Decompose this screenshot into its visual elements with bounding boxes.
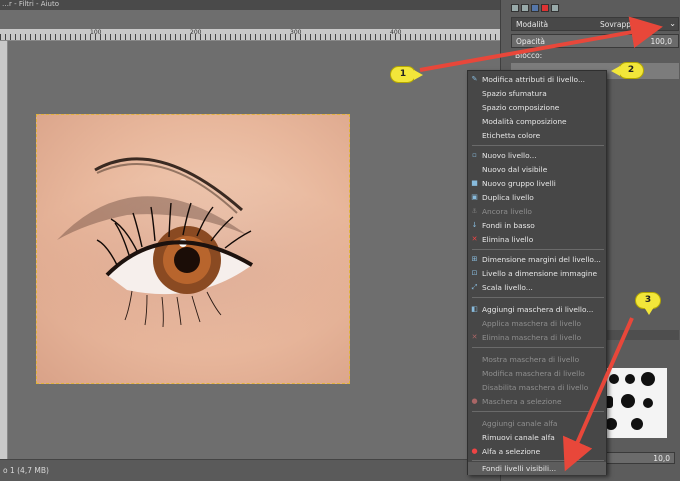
brush-swatch[interactable] bbox=[643, 398, 653, 408]
selection-icon: ● bbox=[471, 397, 478, 405]
opacity-value: 100,0 bbox=[650, 37, 672, 46]
tab-icon[interactable] bbox=[551, 4, 559, 12]
brush-size-value: 10,0 bbox=[653, 454, 670, 463]
eye-photo[interactable] bbox=[36, 114, 350, 384]
resize-icon: ⊞ bbox=[471, 255, 478, 263]
menu-item-new-from-visible[interactable]: Nuovo dal visibile bbox=[468, 163, 606, 176]
opacity-field[interactable]: Opacità 100,0 bbox=[511, 34, 679, 48]
fit-icon: ⊡ bbox=[471, 269, 478, 277]
menu-separator bbox=[472, 249, 604, 250]
menu-item-delete-mask[interactable]: ✕ Elimina maschera di livello bbox=[468, 331, 606, 344]
brush-swatch[interactable] bbox=[641, 372, 655, 386]
delete-icon: ✕ bbox=[471, 333, 478, 341]
mask-icon: ◧ bbox=[471, 305, 478, 313]
brush-swatch[interactable] bbox=[609, 374, 619, 384]
folder-icon: ■ bbox=[471, 179, 478, 187]
eye-illustration bbox=[57, 157, 254, 328]
anchor-icon: ⚓ bbox=[471, 207, 478, 215]
menu-bar: …r - Filtri - Aiuto bbox=[0, 0, 500, 10]
status-bar: o 1 (4,7 MB) bbox=[0, 459, 500, 481]
lock-row: Blocco: bbox=[511, 50, 679, 62]
brush-swatch[interactable] bbox=[625, 374, 635, 384]
menu-item-composite-mode[interactable]: Modalità composizione bbox=[468, 115, 606, 128]
lock-label: Blocco: bbox=[515, 51, 543, 60]
new-layer-icon: ▫ bbox=[472, 151, 477, 159]
callout-1: 1 bbox=[390, 66, 423, 83]
menu-item-composite-space[interactable]: Spazio composizione bbox=[468, 101, 606, 114]
vertical-ruler bbox=[0, 41, 8, 459]
callout-3: 3 bbox=[635, 292, 661, 315]
menu-item-add-alpha[interactable]: Aggiungi canale alfa bbox=[468, 417, 606, 430]
tab-icon[interactable] bbox=[541, 4, 549, 12]
alpha-icon: ● bbox=[471, 447, 478, 455]
menu-bar-text: …r - Filtri - Aiuto bbox=[2, 0, 60, 8]
merge-down-icon: ↓ bbox=[471, 221, 478, 229]
tab-icon[interactable] bbox=[511, 4, 519, 12]
status-text: o 1 (4,7 MB) bbox=[3, 466, 49, 475]
mode-select[interactable]: Modalità Sovrapposto ⌄ bbox=[511, 17, 679, 31]
menu-item-remove-alpha[interactable]: Rimuovi canale alfa bbox=[468, 431, 606, 444]
menu-item-add-mask[interactable]: ◧ Aggiungi maschera di livello... bbox=[468, 303, 606, 316]
menu-item-color-tag[interactable]: Etichetta colore bbox=[468, 129, 606, 142]
horizontal-ruler: 100 200 300 400 bbox=[0, 29, 500, 41]
menu-separator bbox=[472, 460, 604, 461]
menu-item-blend-space[interactable]: Spazio sfumatura bbox=[468, 87, 606, 100]
tab-icon[interactable] bbox=[531, 4, 539, 12]
menu-item-merge-visible[interactable]: Fondi livelli visibili... bbox=[468, 462, 606, 475]
scale-icon: ⤢ bbox=[471, 283, 478, 291]
image-canvas[interactable] bbox=[8, 41, 500, 459]
menu-item-merge-down[interactable]: ↓ Fondi in basso bbox=[468, 219, 606, 232]
menu-item-scale-layer[interactable]: ⤢ Scala livello... bbox=[468, 281, 606, 294]
menu-item-duplicate[interactable]: ▣ Duplica livello bbox=[468, 191, 606, 204]
ruler-ticks bbox=[0, 34, 500, 40]
menu-separator bbox=[472, 297, 604, 298]
callout-2: 2 bbox=[611, 62, 644, 79]
duplicate-icon: ▣ bbox=[471, 193, 478, 201]
menu-item-disable-mask[interactable]: Disabilita maschera di livello bbox=[468, 381, 606, 394]
menu-item-new-group[interactable]: ■ Nuovo gruppo livelli bbox=[468, 177, 606, 190]
menu-item-layer-to-image-size[interactable]: ⊡ Livello a dimensione immagine bbox=[468, 267, 606, 280]
mode-label: Modalità bbox=[516, 20, 549, 29]
layer-context-menu: ✎ Modifica attributi di livello... Spazio… bbox=[467, 70, 607, 475]
menu-separator bbox=[472, 145, 604, 146]
menu-item-delete-layer[interactable]: ✕ Elimina livello bbox=[468, 233, 606, 246]
edit-icon: ✎ bbox=[471, 75, 478, 83]
menu-separator bbox=[472, 347, 604, 348]
mode-value: Sovrapposto bbox=[600, 20, 648, 29]
opacity-label: Opacità bbox=[516, 37, 546, 46]
tab-icon[interactable] bbox=[521, 4, 529, 12]
menu-separator bbox=[472, 411, 604, 412]
brush-swatch[interactable] bbox=[631, 418, 643, 430]
menu-item-edit-mask[interactable]: Modifica maschera di livello bbox=[468, 367, 606, 380]
menu-item-show-mask[interactable]: Mostra maschera di livello bbox=[468, 353, 606, 366]
chevron-down-icon[interactable]: ⌄ bbox=[669, 19, 676, 28]
delete-icon: ✕ bbox=[471, 235, 478, 243]
dock-tabs[interactable] bbox=[511, 4, 559, 16]
menu-item-boundary-size[interactable]: ⊞ Dimensione margini del livello... bbox=[468, 253, 606, 266]
menu-item-mask-to-selection[interactable]: ● Maschera a selezione bbox=[468, 395, 606, 408]
menu-item-edit-attributes[interactable]: ✎ Modifica attributi di livello... bbox=[468, 73, 606, 86]
brush-swatch[interactable] bbox=[621, 394, 635, 408]
menu-item-new-layer[interactable]: ▫ Nuovo livello... bbox=[468, 149, 606, 162]
menu-item-apply-mask[interactable]: Applica maschera di livello bbox=[468, 317, 606, 330]
menu-item-alpha-to-selection[interactable]: ● Alfa a selezione bbox=[468, 445, 606, 458]
menu-item-anchor[interactable]: ⚓ Ancora livello bbox=[468, 205, 606, 218]
